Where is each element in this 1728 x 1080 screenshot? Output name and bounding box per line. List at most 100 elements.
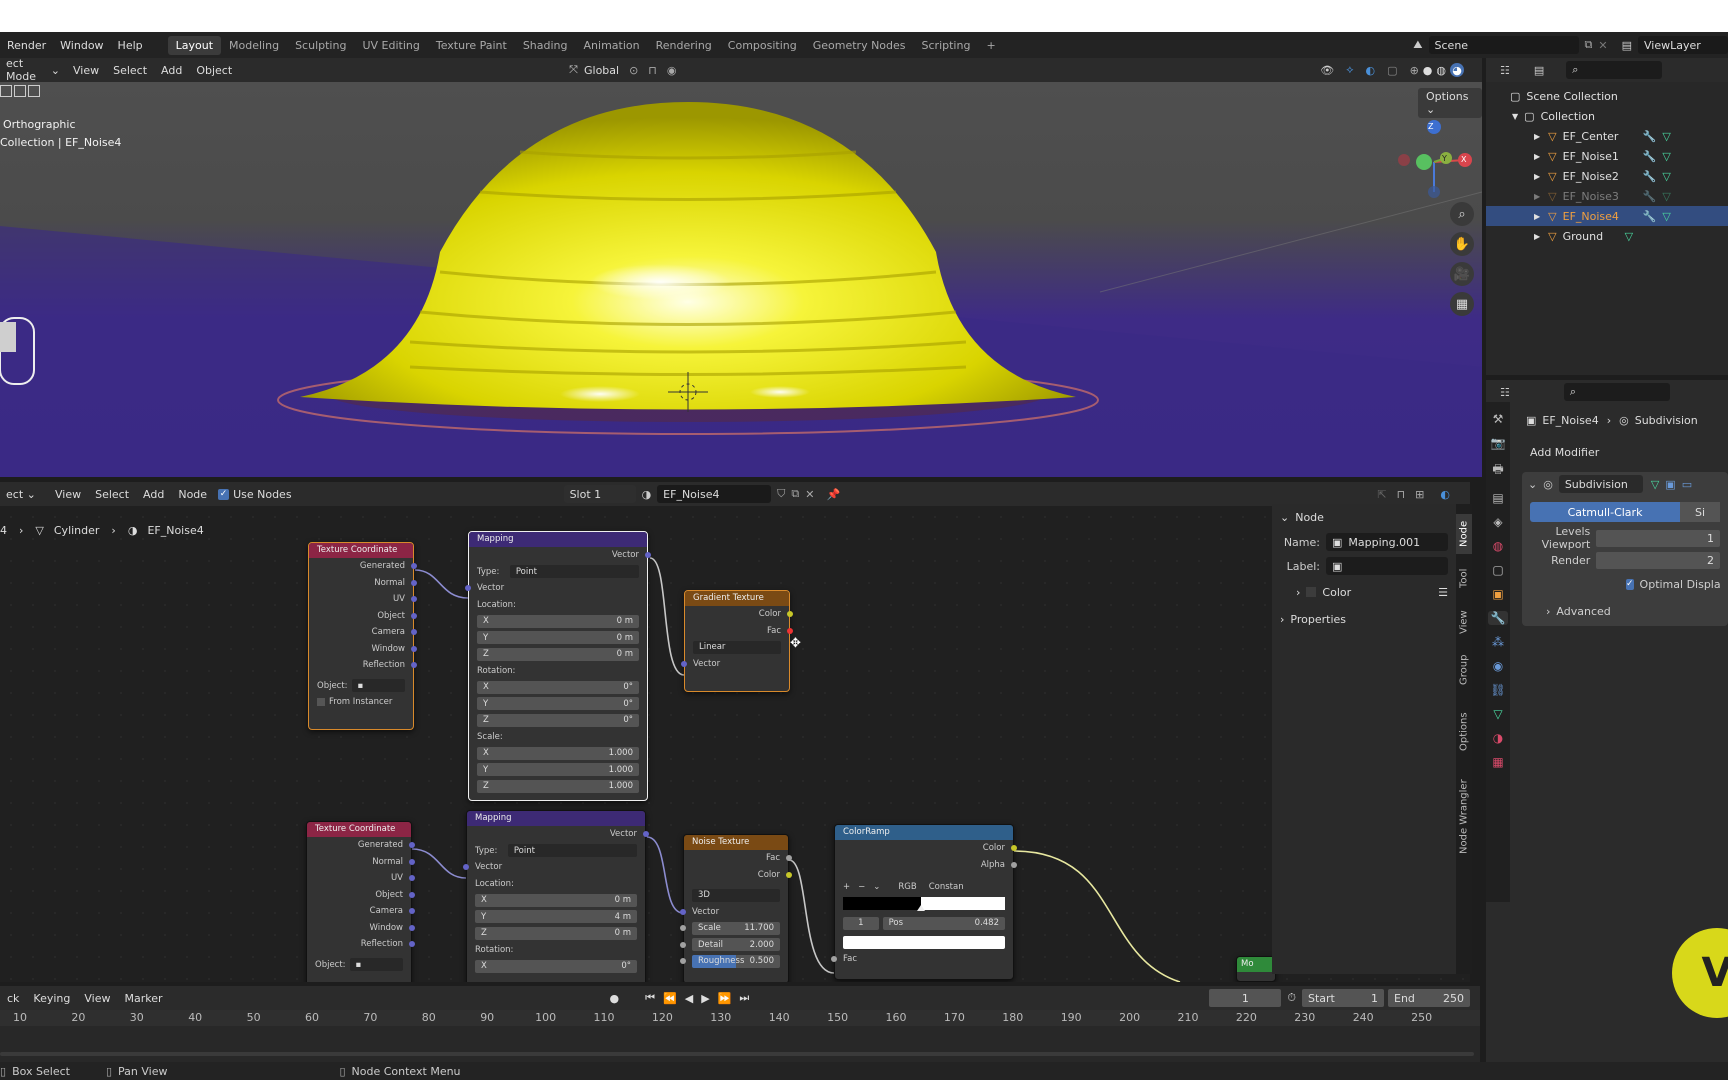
type-dropdown[interactable]: Point	[509, 565, 639, 579]
node-menu-select[interactable]: Select	[88, 488, 136, 501]
data-icon[interactable]: ▽	[1493, 707, 1502, 721]
edit-mode-icon[interactable]: ▽	[1651, 478, 1659, 491]
output-socket[interactable]	[787, 611, 793, 617]
wireframe-shading-icon[interactable]: ⊕	[1410, 64, 1419, 77]
editor-mode-dropdown[interactable]: ect ⌄	[0, 488, 48, 501]
node-header[interactable]: Texture Coordinate	[309, 543, 413, 558]
noise-texture-node[interactable]: Noise Texture Fac Color 3D Vector Scale 1…	[680, 834, 792, 982]
rot-x-field[interactable]: X 0°	[477, 680, 639, 694]
output-socket[interactable]	[411, 612, 417, 619]
outliner-item[interactable]: ▶ ▽ EF_Noise1 🔧 ▽	[1486, 146, 1728, 166]
tab-uv-editing[interactable]: UV Editing	[354, 36, 427, 55]
texture-icon[interactable]: ▦	[1492, 755, 1503, 769]
ramp-stop-handle[interactable]	[916, 905, 925, 912]
stop-index-field[interactable]: 1	[843, 916, 879, 930]
output-socket[interactable]	[409, 941, 415, 947]
tab-modeling[interactable]: Modeling	[221, 36, 287, 55]
snapping-icon[interactable]: ⊓	[1397, 488, 1406, 501]
scale-field[interactable]: Scale 11.700	[692, 921, 780, 935]
tab-geometry-nodes[interactable]: Geometry Nodes	[805, 36, 914, 55]
node-header[interactable]: Mo	[1237, 957, 1275, 972]
render-icon[interactable]: 📷	[1491, 436, 1506, 450]
timeline-menu-marker[interactable]: Marker	[117, 992, 169, 1005]
grid-icon[interactable]: ▦	[1450, 292, 1474, 316]
constraints-icon[interactable]: ⛓	[1490, 683, 1505, 697]
output-socket[interactable]	[409, 924, 415, 931]
jump-keyframe-forward-icon[interactable]: ⏩	[718, 992, 732, 1005]
node-menu-view[interactable]: View	[48, 488, 88, 501]
scale-z-field[interactable]: Z 1.000	[477, 779, 639, 793]
output-socket[interactable]	[409, 858, 415, 865]
type-dropdown[interactable]: Point	[507, 844, 637, 858]
input-socket[interactable]	[680, 925, 686, 931]
rot-y-field[interactable]: Y 0°	[477, 697, 639, 711]
output-socket[interactable]	[411, 579, 417, 586]
list-icon[interactable]: ☰	[1438, 586, 1448, 599]
outliner-search-input[interactable]: ⌕	[1566, 61, 1663, 79]
zoom-icon[interactable]: ⌕	[1450, 202, 1474, 226]
mapping-node[interactable]: Mapping Vector Type: Point Vector Locatio…	[463, 810, 649, 982]
output-socket[interactable]	[411, 629, 417, 635]
optimal-display-checkbox[interactable]: ✓	[1626, 578, 1634, 590]
outliner-item[interactable]: ▶ ▽ EF_Center 🔧 ▽	[1486, 126, 1728, 146]
modifier-icon[interactable]: 🔧	[1487, 611, 1509, 625]
input-socket[interactable]	[465, 585, 471, 591]
tab-rendering[interactable]: Rendering	[648, 36, 720, 55]
detail-field[interactable]: Detail 2.000	[692, 938, 780, 952]
modifier-name-field[interactable]: Subdivision	[1558, 475, 1643, 493]
loc-x-field[interactable]: X 0 m	[475, 893, 637, 907]
material-icon[interactable]: ◑	[1493, 731, 1503, 745]
texture-coordinate-node[interactable]: Texture Coordinate Generated Normal UV O…	[308, 542, 417, 730]
outliner-collection[interactable]: ▼ ▢ Collection	[1486, 106, 1728, 126]
pan-hand-icon[interactable]: ✋	[1450, 232, 1474, 256]
tab-animation[interactable]: Animation	[576, 36, 648, 55]
viewport-menu-add[interactable]: Add	[154, 64, 189, 77]
properties-subpanel[interactable]: › Properties	[1272, 606, 1456, 632]
current-frame-field[interactable]: 1	[1209, 989, 1282, 1007]
color-mode-dropdown[interactable]: RGB	[898, 882, 916, 892]
input-socket[interactable]	[831, 956, 837, 962]
overlay-icon[interactable]: ◐	[1366, 64, 1376, 77]
jump-end-icon[interactable]: ⏭	[739, 991, 749, 1005]
end-frame-field[interactable]: End 250	[1388, 989, 1470, 1007]
gizmo-z-label[interactable]: Z	[1428, 122, 1433, 131]
output-socket[interactable]	[409, 891, 415, 898]
outliner-item[interactable]: ▶ ▽ Ground ▽	[1486, 226, 1728, 246]
node-menu-node[interactable]: Node	[171, 488, 214, 501]
node-name-field[interactable]: ▣ Mapping.001	[1326, 533, 1448, 551]
mapping-node[interactable]: Mapping Vector Type: Point Vector Locatio…	[465, 531, 651, 801]
output-socket[interactable]	[787, 627, 793, 634]
output-socket[interactable]	[411, 662, 417, 668]
pivot-icon[interactable]: ⊙	[629, 64, 638, 77]
output-socket[interactable]	[409, 908, 415, 914]
texture-coordinate-node[interactable]: Texture Coordinate Generated Normal UV O…	[306, 821, 415, 982]
unlink-material-icon[interactable]: ✕	[805, 488, 814, 501]
remove-stop-icon[interactable]: −	[858, 882, 865, 892]
dimensions-dropdown[interactable]: 3D	[692, 888, 780, 902]
gradient-texture-node[interactable]: Gradient Texture Color Fac Linear Vector	[681, 590, 793, 692]
view-layer-icon[interactable]: ▤	[1492, 491, 1503, 505]
tab-view[interactable]: View	[1456, 604, 1472, 640]
outliner-item-selected[interactable]: ▶ ▽ EF_Noise4 🔧 ▽	[1486, 206, 1728, 226]
camera-icon[interactable]: 🎥	[1450, 262, 1474, 286]
world-icon[interactable]: ◍	[1493, 539, 1503, 553]
color-ramp-bar[interactable]	[843, 897, 1005, 912]
orientation-dropdown[interactable]: Global	[584, 64, 619, 77]
visibility-icon[interactable]: 👁	[1320, 64, 1334, 77]
tab-node[interactable]: Node	[1456, 514, 1472, 554]
add-workspace-button[interactable]: +	[978, 36, 1003, 55]
levels-viewport-field[interactable]: 1	[1596, 529, 1720, 547]
copy-icon[interactable]: ⧉	[1585, 38, 1593, 52]
tab-tool[interactable]: Tool	[1456, 560, 1472, 596]
output-socket[interactable]	[409, 842, 415, 848]
output-icon[interactable]: 🖶	[1492, 460, 1503, 481]
viewport-display-icon[interactable]: ▭	[1682, 478, 1692, 491]
node-editor[interactable]: 4 › ▽ Cylinder › ◑ EF_Noise4 Texture Coo…	[0, 506, 1470, 982]
object-field[interactable]: ▪	[351, 679, 405, 693]
menu-render[interactable]: Render	[0, 39, 53, 52]
input-socket[interactable]	[680, 908, 686, 915]
input-socket[interactable]	[680, 958, 686, 964]
tab-sculpting[interactable]: Sculpting	[287, 36, 354, 55]
start-frame-field[interactable]: Start 1	[1302, 989, 1384, 1007]
output-socket[interactable]	[1011, 861, 1017, 868]
